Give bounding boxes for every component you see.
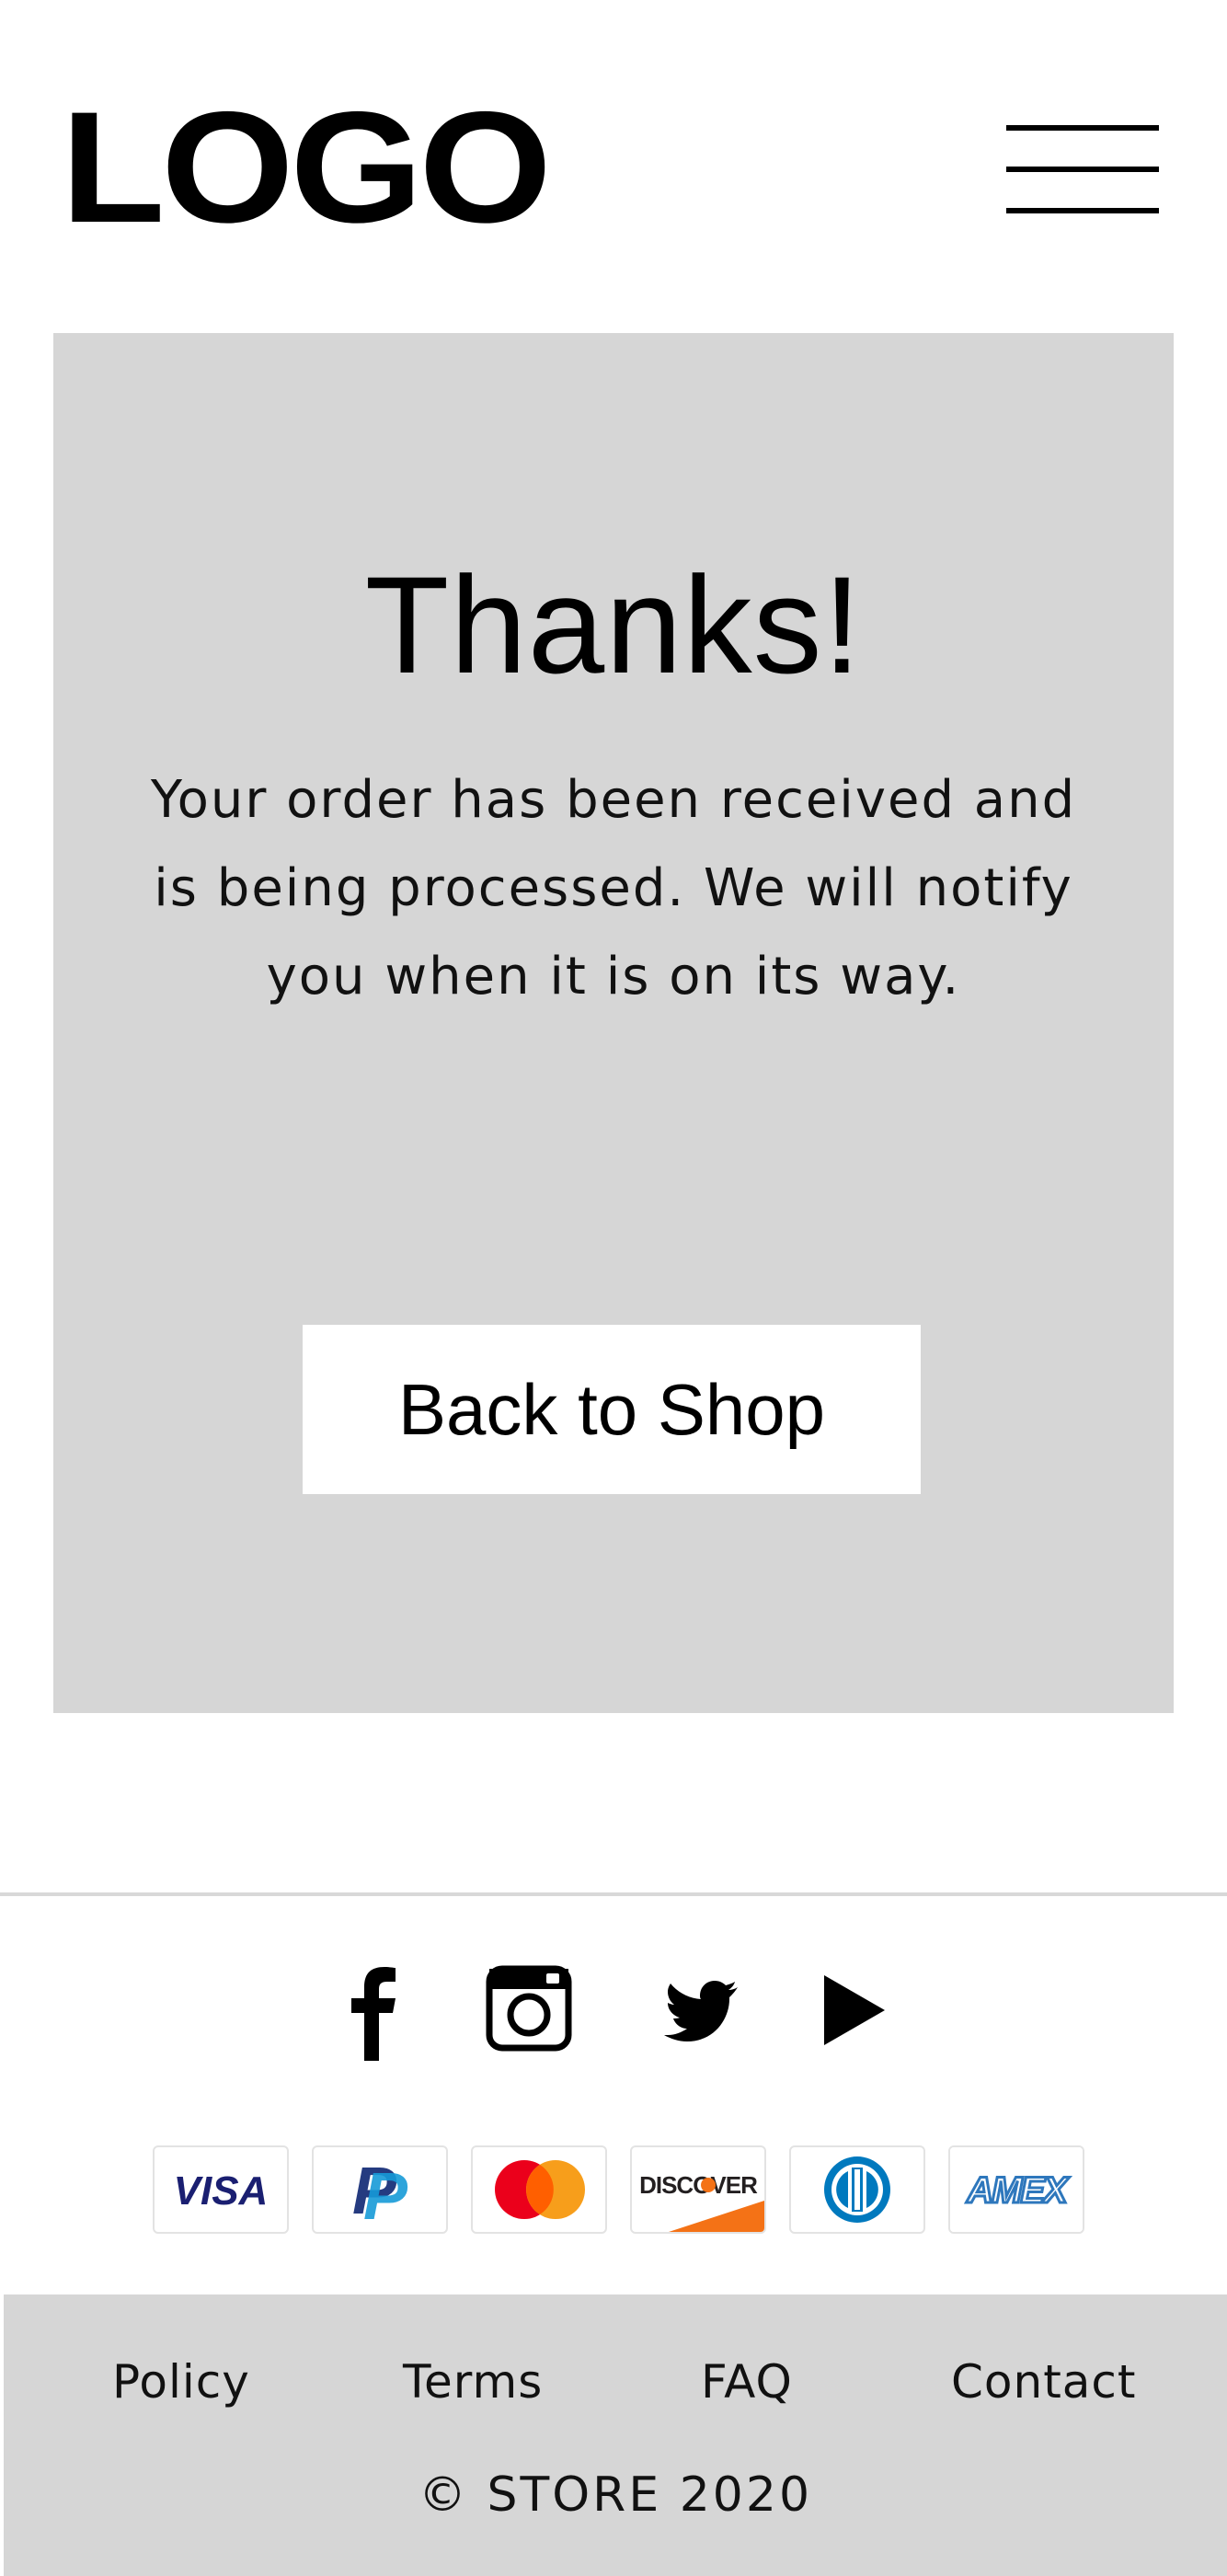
play-icon[interactable] <box>822 1960 887 2061</box>
paypal-label: P <box>363 2160 408 2232</box>
diners-club-card-icon <box>789 2145 925 2234</box>
visa-card-icon: VISA <box>153 2145 289 2234</box>
visa-label: VISA <box>174 2168 269 2214</box>
copyright: © STORE 2020 <box>418 2467 813 2523</box>
footer-divider <box>0 1892 1227 1896</box>
thanks-title: Thanks! <box>364 547 863 702</box>
footer-link-policy[interactable]: Policy <box>112 2355 250 2409</box>
footer: Policy Terms FAQ Contact © STORE 2020 <box>4 2294 1227 2576</box>
menu-bar <box>1006 167 1159 172</box>
paypal-card-icon: P P <box>312 2145 448 2234</box>
hamburger-menu-icon[interactable] <box>1003 118 1163 221</box>
confirmation-message: Your order has been received and is bein… <box>150 770 1077 1006</box>
back-to-shop-button[interactable]: Back to Shop <box>303 1325 921 1494</box>
amex-card-icon: AMEX <box>948 2145 1084 2234</box>
discover-card-icon: DISCOVER <box>630 2145 766 2234</box>
discover-label: DISCOVER <box>639 2171 758 2199</box>
menu-bar <box>1006 208 1159 213</box>
logo[interactable]: LOGO <box>61 88 552 247</box>
site-header: LOGO <box>0 0 1227 333</box>
menu-bar <box>1006 125 1159 131</box>
footer-link-contact[interactable]: Contact <box>951 2355 1137 2409</box>
twitter-icon[interactable] <box>662 1960 740 2061</box>
payment-methods: VISA P P DISCOVER AMEX <box>0 2145 1227 2236</box>
footer-link-terms[interactable]: Terms <box>403 2355 543 2409</box>
facebook-icon[interactable] <box>344 1960 399 2061</box>
confirmation-card: Thanks! Your order has been received and… <box>53 333 1174 1713</box>
footer-link-faq[interactable]: FAQ <box>701 2355 793 2409</box>
amex-label: AMEX <box>966 2170 1070 2211</box>
instagram-icon[interactable] <box>486 1960 572 2061</box>
social-links <box>0 1960 1227 2061</box>
mastercard-card-icon <box>471 2145 607 2234</box>
